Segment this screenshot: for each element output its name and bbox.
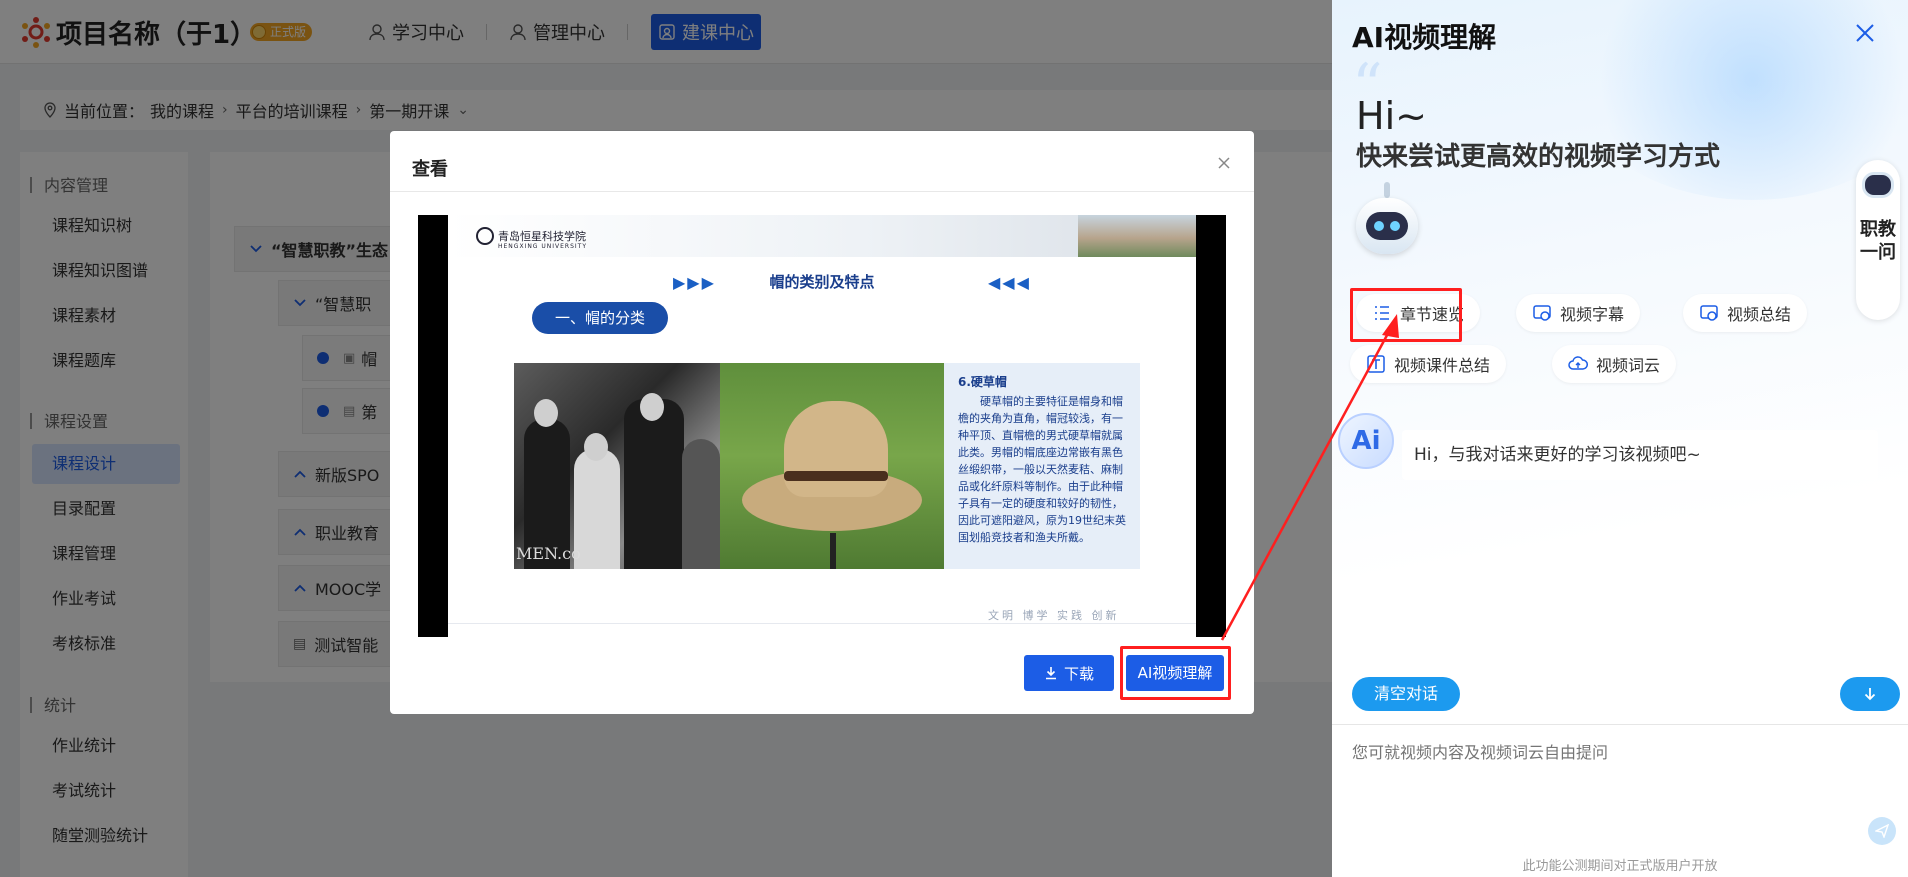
download-icon bbox=[1045, 667, 1056, 680]
figure-face bbox=[584, 433, 608, 461]
summary-icon bbox=[1700, 305, 1718, 321]
robot-icon bbox=[1862, 172, 1894, 198]
text-icon bbox=[1367, 355, 1385, 373]
school-name-en: HENGXING UNIVERSITY bbox=[498, 243, 587, 250]
robot-antenna bbox=[1384, 182, 1390, 198]
slide-motto: 文明 博学 实践 创新 bbox=[988, 609, 1120, 622]
clear-conversation-button[interactable]: 清空对话 bbox=[1352, 677, 1460, 711]
send-icon bbox=[1875, 824, 1889, 838]
slide-text-body: 硬草帽的主要特征是帽身和帽檐的夹角为直角，帽冠较浅，有一种平顶、直帽檐的男式硬草… bbox=[958, 395, 1126, 544]
figure-face bbox=[640, 393, 664, 421]
robot-mascot-icon bbox=[1354, 180, 1424, 264]
school-emblem-icon bbox=[476, 227, 494, 245]
school-name: 青岛恒星科技学院 bbox=[498, 230, 586, 243]
question-input-area bbox=[1332, 724, 1908, 854]
chip-label: 视频总结 bbox=[1727, 305, 1792, 324]
hat-band bbox=[784, 471, 888, 481]
assistant-float-button[interactable]: 职教一问 bbox=[1856, 160, 1900, 320]
highlight-box bbox=[1120, 646, 1231, 700]
ai-slogan: 快来尝试更高效的视频学习方式 bbox=[1356, 142, 1721, 172]
chip-label: 视频词云 bbox=[1596, 356, 1661, 375]
robot-head bbox=[1356, 198, 1418, 254]
question-input[interactable] bbox=[1352, 743, 1832, 762]
ai-greeting-message: Hi，与我对话来更好的学习该视频吧~ bbox=[1402, 430, 1878, 480]
download-button-label: 下载 bbox=[1063, 664, 1094, 683]
chip-video-summary[interactable]: 视频总结 bbox=[1683, 294, 1808, 332]
ai-avatar: Ai bbox=[1338, 413, 1394, 469]
subtitle-icon bbox=[1533, 305, 1551, 321]
arrow-left-decor: ◀◀◀ bbox=[988, 273, 1031, 292]
chip-label: 视频课件总结 bbox=[1394, 356, 1491, 375]
vintage-photo: MEN.co bbox=[514, 363, 720, 569]
close-icon[interactable] bbox=[1854, 22, 1876, 44]
ai-video-panel: AI视频理解 “ Hi~ 快来尝试更高效的视频学习方式 章节速览 视频字幕 视频… bbox=[1332, 0, 1908, 877]
slide-textbox: 6.硬草帽 硬草帽的主要特征是帽身和帽檐的夹角为直角，帽冠较浅，有一种平顶、直帽… bbox=[944, 363, 1140, 569]
modal-title: 查看 bbox=[412, 159, 448, 180]
highlight-box bbox=[1350, 288, 1462, 342]
straw-hat-photo bbox=[720, 363, 944, 569]
greeting-hi: Hi~ bbox=[1356, 94, 1427, 138]
figure-silhouette bbox=[624, 399, 684, 569]
modal-divider bbox=[390, 191, 1254, 192]
ai-panel-title: AI视频理解 bbox=[1352, 21, 1497, 54]
chip-courseware-summary[interactable]: 视频课件总结 bbox=[1350, 345, 1507, 383]
slide-heading: 帽的类别及特点 bbox=[769, 273, 875, 291]
slide-section-pill: 一、帽的分类 bbox=[532, 302, 668, 334]
slide-divider bbox=[448, 623, 1196, 624]
figure-face bbox=[534, 399, 558, 427]
chip-word-cloud[interactable]: 视频词云 bbox=[1552, 345, 1677, 383]
close-icon[interactable] bbox=[1216, 155, 1232, 171]
cloud-icon bbox=[1568, 356, 1588, 370]
chip-label: 视频字幕 bbox=[1560, 305, 1625, 324]
campus-photo bbox=[1078, 215, 1196, 257]
figure-silhouette bbox=[682, 439, 720, 569]
robot-eye bbox=[1374, 221, 1384, 231]
ai-footnote: 此功能公测期间对正式版用户开放 bbox=[1522, 859, 1718, 874]
hat-stand bbox=[830, 533, 836, 569]
hat-crown bbox=[784, 401, 888, 497]
figure-silhouette bbox=[574, 449, 620, 569]
download-button[interactable]: 下载 bbox=[1024, 655, 1114, 691]
robot-eye bbox=[1390, 221, 1400, 231]
robot-face bbox=[1366, 212, 1408, 240]
arrow-down-icon bbox=[1864, 688, 1876, 701]
scroll-down-button[interactable] bbox=[1840, 677, 1900, 711]
slide-text-title: 6.硬草帽 bbox=[958, 375, 1007, 389]
view-modal: 查看 青岛恒星科技学院 HENGXING UNIVERSITY ▶▶▶ 帽的类别… bbox=[390, 131, 1254, 714]
chip-video-subtitles[interactable]: 视频字幕 bbox=[1516, 294, 1641, 332]
assistant-float-label: 职教一问 bbox=[1860, 219, 1896, 263]
video-frame-slide: 青岛恒星科技学院 HENGXING UNIVERSITY ▶▶▶ 帽的类别及特点… bbox=[448, 215, 1196, 637]
video-player[interactable]: 青岛恒星科技学院 HENGXING UNIVERSITY ▶▶▶ 帽的类别及特点… bbox=[418, 215, 1226, 637]
send-button[interactable] bbox=[1868, 817, 1896, 845]
photo-watermark: MEN.co bbox=[516, 544, 581, 563]
